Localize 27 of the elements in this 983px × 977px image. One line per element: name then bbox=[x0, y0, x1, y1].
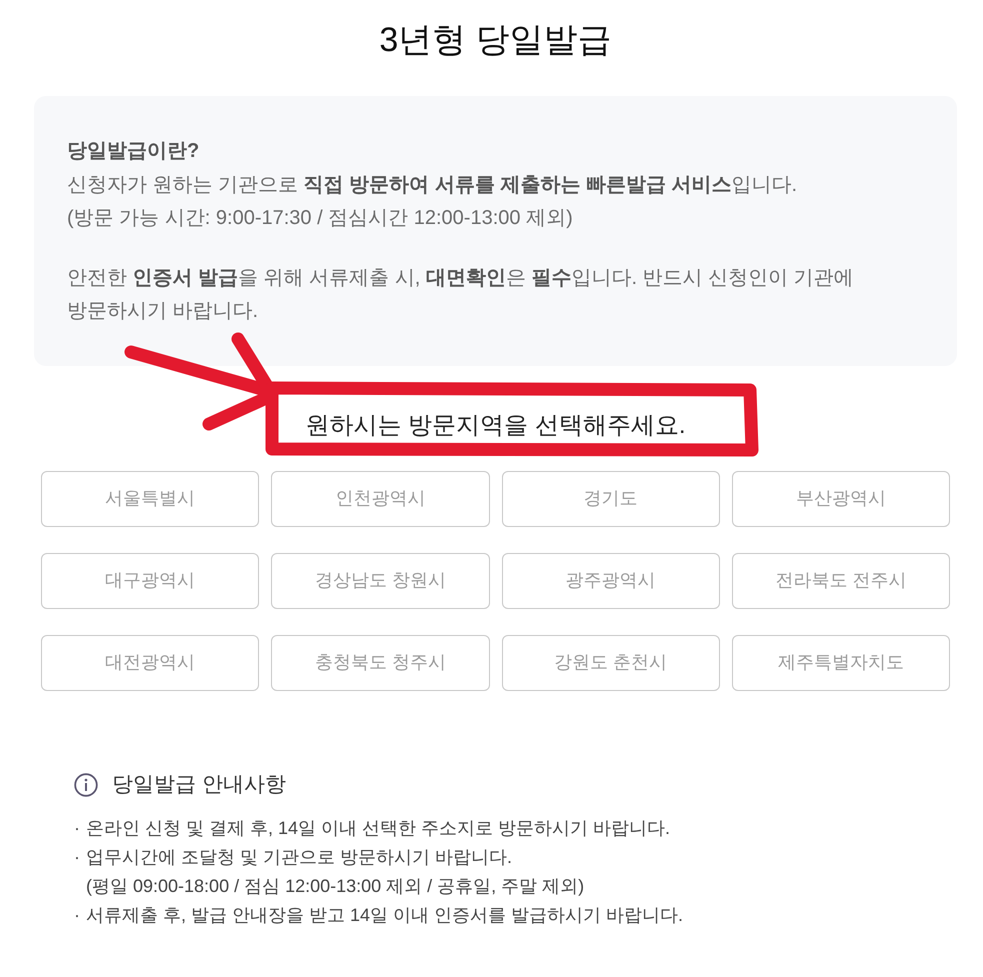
region-button[interactable]: 경기도 bbox=[502, 470, 720, 526]
info-heading: 당일발급이란? bbox=[67, 139, 200, 164]
info-icon bbox=[74, 772, 98, 796]
notice-title: 당일발급 안내사항 bbox=[112, 772, 286, 798]
region-button[interactable]: 제주특별자치도 bbox=[732, 634, 950, 690]
info-text: (방문 가능 시간: 9:00-17:30 / 점심시간 12:00-13:00 제외) bbox=[67, 206, 574, 231]
notice-text: 온라인 신청 및 결제 후, 14일 이내 선택한 주소지로 방문하시기 바랍니다. bbox=[86, 816, 670, 840]
notice-text: 서류제출 후, 발급 안내장을 받고 14일 이내 인증서를 발급하시기 바랍니다. bbox=[86, 904, 684, 926]
region-button[interactable]: 광주광역시 bbox=[502, 552, 720, 608]
region-button[interactable]: 전라북도 전주시 bbox=[732, 552, 950, 608]
region-button[interactable]: 충청북도 청주시 bbox=[271, 634, 490, 690]
list-bullet: · bbox=[74, 904, 81, 926]
page-title: 3년형 당일발급 bbox=[378, 20, 613, 61]
notice-note: (평일 09:00-18:00 / 점심 12:00-13:00 제외 / 공휴일, 주말 제외) bbox=[86, 874, 584, 898]
list-bullet: · bbox=[74, 846, 81, 868]
region-button[interactable]: 대전광역시 bbox=[41, 634, 260, 690]
region-button[interactable]: 인천광역시 bbox=[271, 470, 490, 526]
region-button[interactable]: 경상남도 창원시 bbox=[271, 552, 490, 608]
notice-text: 업무시간에 조달청 및 기관으로 방문하시기 바랍니다. bbox=[86, 846, 514, 868]
region-button[interactable]: 강원도 춘천시 bbox=[502, 634, 720, 690]
info-text: 신청자가 원하는 기관으로 직접 방문하여 서류를 제출하는 빠른발급 서비스입니다. bbox=[67, 172, 798, 198]
region-prompt: 원하시는 방문지역을 선택해주세요. bbox=[305, 410, 686, 440]
list-bullet: · bbox=[74, 816, 81, 840]
region-button[interactable]: 서울특별시 bbox=[41, 470, 260, 526]
info-paragraph: 안전한 인증서 발급을 위해 서류제출 시, 대면확인은 필수입니다. 반드시 신청인이 기관에 방문하시기 바랍니다. bbox=[67, 266, 855, 324]
region-button[interactable]: 부산광역시 bbox=[732, 470, 950, 526]
region-button[interactable]: 대구광역시 bbox=[41, 552, 260, 608]
